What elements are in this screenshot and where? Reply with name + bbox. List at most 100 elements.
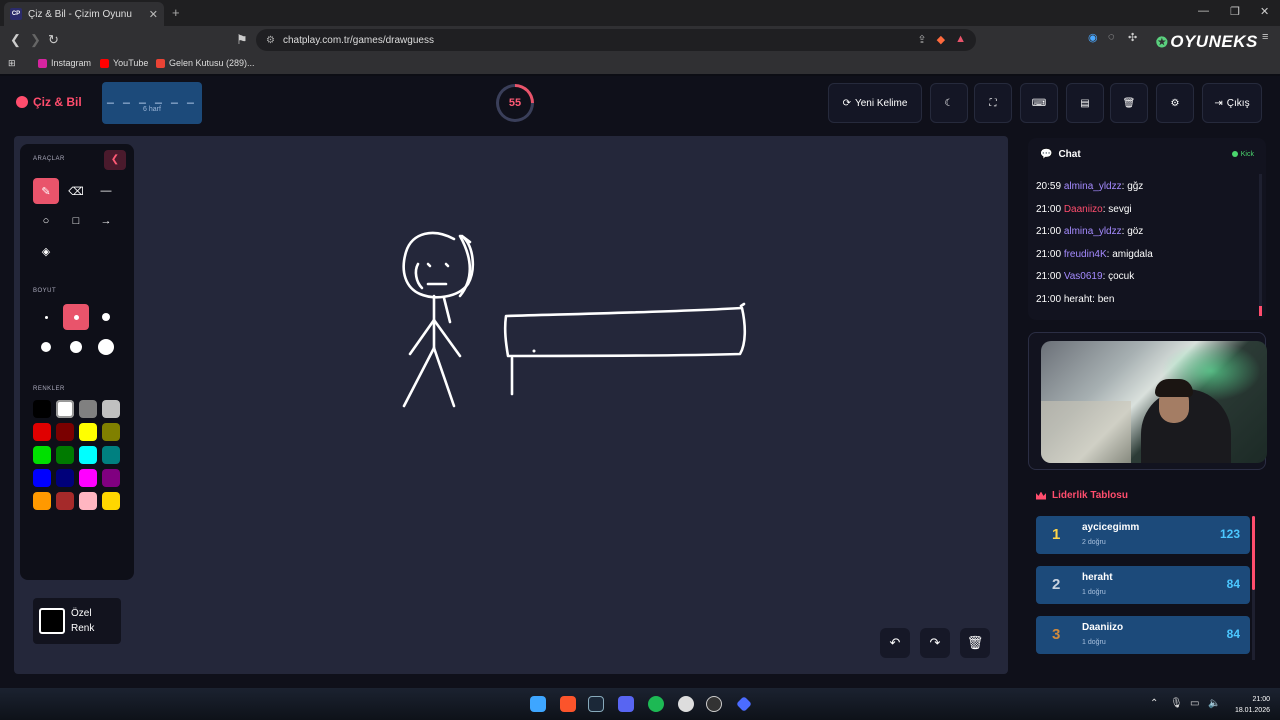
volume-icon[interactable]: 🔈 [1208,698,1220,709]
leaderboard-scroll-thumb[interactable] [1252,516,1255,590]
color-swatch[interactable] [79,492,97,510]
leaderboard-scrollbar[interactable] [1252,516,1255,660]
maximize-icon[interactable]: ❐ [1230,5,1240,18]
drawing-canvas[interactable] [14,136,1008,674]
size-option-selected[interactable] [63,304,89,330]
start-icon[interactable] [530,696,546,712]
keyboard-button[interactable]: ⌨ [1020,83,1058,123]
tool-line[interactable]: — [93,178,119,204]
size-option[interactable] [93,334,119,360]
bookmark-gmail[interactable]: Gelen Kutusu (289)... [156,58,255,68]
tool-rectangle[interactable]: □ [63,208,89,234]
back-icon[interactable]: ❮ [10,32,21,48]
color-swatch[interactable] [56,446,74,464]
close-tab-icon[interactable]: ✕ [149,8,158,21]
message-user[interactable]: almina_yldzz [1064,226,1122,237]
color-swatch[interactable] [79,446,97,464]
extension-icon[interactable]: ◌ [1108,31,1115,43]
browser-tab-bar: CP Çiz & Bil - Çizim Oyunu ✕ + — ❐ ✕ [0,0,1280,26]
color-swatch[interactable] [33,446,51,464]
window-close-icon[interactable]: ✕ [1260,5,1269,18]
color-swatch[interactable] [102,469,120,487]
brush-icon: ✎ [41,185,51,198]
clear-canvas-button[interactable]: 🗑 [960,628,990,658]
theme-button[interactable]: ☾ [930,83,968,123]
message-user[interactable]: freudin4K [1064,249,1107,260]
audio-icon[interactable]: ◉ [1088,31,1098,44]
brave-shield-icon[interactable]: ◆ [937,33,945,46]
apps-icon[interactable]: ⊞ [8,58,16,69]
fullscreen-button[interactable]: ⛶ [974,83,1012,123]
spotify-icon[interactable] [648,696,664,712]
message-user[interactable]: almina_yldzz [1064,181,1122,192]
color-swatch[interactable] [33,423,51,441]
obs-icon[interactable] [706,696,722,712]
color-swatch[interactable] [102,423,120,441]
color-swatch[interactable] [33,492,51,510]
message-user[interactable]: Daaniizo [1064,204,1103,215]
tool-fill[interactable]: ◈ [33,238,59,264]
minimize-icon[interactable]: — [1198,5,1209,17]
delete-button[interactable]: 🗑 [1110,83,1148,123]
redo-button[interactable]: ↷ [920,628,950,658]
tool-arrow[interactable]: → [93,208,119,234]
discord-icon[interactable] [618,696,634,712]
app-icon[interactable] [736,696,752,712]
correct-count: 1 doğru [1082,589,1106,596]
undo-button[interactable]: ↶ [880,628,910,658]
network-icon[interactable]: ▭ [1190,698,1199,709]
overlay-logo: ✪ OYUNEKS [1156,32,1258,52]
tool-eraser[interactable]: ⌫ [63,178,89,204]
new-tab-icon[interactable]: + [172,5,180,20]
size-option[interactable] [63,334,89,360]
brave-icon[interactable] [560,696,576,712]
settings-button[interactable]: ⚙ [1156,83,1194,123]
steam-icon[interactable] [588,696,604,712]
share-icon[interactable]: ⇪ [917,33,926,46]
message-text: gğz [1127,181,1144,192]
color-swatch[interactable] [56,469,74,487]
mic-icon[interactable]: 🎙 [1170,698,1183,709]
size-option[interactable] [33,334,59,360]
archive-button[interactable]: ▤ [1066,83,1104,123]
tool-brush[interactable]: ✎ [33,178,59,204]
new-word-button[interactable]: ⟳ Yeni Kelime [828,83,922,123]
color-swatch[interactable] [79,400,97,418]
taskbar-clock[interactable]: 21:00 18.01.2026 [1226,694,1270,716]
reload-icon[interactable]: ↻ [48,32,59,48]
collapse-panel-button[interactable]: ❮ [104,150,126,170]
forward-icon[interactable]: ❯ [30,32,41,48]
tray-chevron-icon[interactable]: ⌃ [1150,698,1158,709]
custom-color-button[interactable]: Özel Renk [33,598,121,644]
bookmark-youtube[interactable]: YouTube [100,58,148,68]
brave-rewards-icon[interactable]: ▲ [955,33,966,46]
tool-circle[interactable]: ○ [33,208,59,234]
chat-scrollbar[interactable] [1259,174,1262,316]
color-swatch[interactable] [56,492,74,510]
menu-icon[interactable]: ≡ [1262,31,1268,43]
exit-button[interactable]: ⇥ Çıkış [1202,83,1262,123]
palette-icon [16,96,28,108]
puzzle-icon[interactable]: ✣ [1128,31,1137,44]
settings-app-icon[interactable] [678,696,694,712]
color-swatch[interactable] [56,423,74,441]
chat-scroll-thumb[interactable] [1259,306,1262,316]
color-swatch[interactable] [79,423,97,441]
message-user[interactable]: Vas0619 [1064,271,1103,282]
app-logo[interactable]: Çiz & Bil [16,95,82,109]
color-swatch[interactable] [102,446,120,464]
color-swatch[interactable] [79,469,97,487]
color-swatch[interactable] [56,400,74,418]
url-field[interactable]: ⚙ chatplay.com.tr/games/drawguess ⇪ ◆ ▲ [256,29,976,51]
bookmark-icon[interactable]: ⚑ [236,32,248,48]
size-option[interactable] [93,304,119,330]
site-info-icon[interactable]: ⚙ [266,35,275,46]
color-swatch[interactable] [33,469,51,487]
size-option[interactable] [33,304,59,330]
color-swatch[interactable] [33,400,51,418]
color-swatch[interactable] [102,400,120,418]
color-swatch[interactable] [102,492,120,510]
bookmark-instagram[interactable]: Instagram [38,58,91,68]
message-user[interactable]: heraht [1064,294,1092,305]
browser-tab[interactable]: CP Çiz & Bil - Çizim Oyunu ✕ [4,2,164,26]
